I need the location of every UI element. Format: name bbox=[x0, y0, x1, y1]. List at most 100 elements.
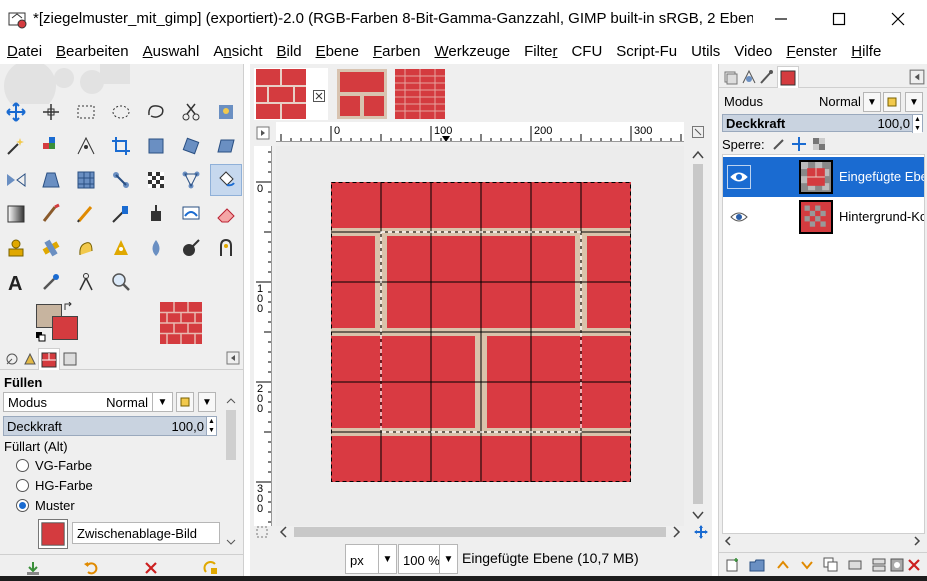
layer-opacity-slider[interactable]: Deckkraft 100,0 ▲ ▼ bbox=[722, 114, 923, 133]
pattern-select-button[interactable] bbox=[38, 519, 68, 549]
brick-pattern-image[interactable] bbox=[331, 182, 631, 482]
menu-video[interactable]: Video bbox=[734, 43, 772, 60]
fill-option-1[interactable]: HG-Farbe bbox=[16, 478, 93, 493]
ellipse-select-button[interactable] bbox=[105, 96, 137, 128]
layers-horizontal-scrollbar[interactable] bbox=[722, 534, 925, 548]
fill-option-2[interactable]: Muster bbox=[16, 498, 75, 513]
align-tool-button[interactable] bbox=[35, 96, 67, 128]
layers-tab-icon[interactable] bbox=[723, 69, 739, 85]
unified-transform-button[interactable] bbox=[140, 130, 172, 162]
visibility-toggle[interactable] bbox=[727, 205, 751, 229]
lock-pixels-icon[interactable] bbox=[771, 136, 787, 152]
radio-button[interactable] bbox=[16, 459, 29, 472]
maximize-button[interactable] bbox=[810, 0, 868, 38]
layer-mode-dropdown[interactable]: ▼ bbox=[863, 92, 881, 112]
menu-farben[interactable]: Farben bbox=[373, 43, 421, 60]
horizontal-scrollbar[interactable] bbox=[276, 524, 684, 540]
navigate-icon[interactable] bbox=[692, 126, 704, 138]
layer-mode-options[interactable]: ▼ bbox=[905, 92, 923, 112]
fill-mode-dropdown[interactable]: Modus Normal ▼ bbox=[3, 392, 173, 412]
warp-transform-button[interactable] bbox=[105, 164, 137, 196]
measure-tool-button[interactable] bbox=[70, 266, 102, 298]
close-tab-icon[interactable] bbox=[313, 90, 325, 102]
paths-tab-icon[interactable] bbox=[759, 69, 775, 85]
vertical-scrollbar[interactable] bbox=[688, 146, 708, 526]
device-status-tab[interactable] bbox=[22, 351, 38, 367]
rotate-tool-button[interactable] bbox=[175, 130, 207, 162]
perspective-tool-button[interactable] bbox=[35, 164, 67, 196]
channels-tab-icon[interactable] bbox=[741, 69, 757, 85]
duplicate-layer-icon[interactable] bbox=[823, 557, 839, 573]
menu-fenster[interactable]: Fenster bbox=[786, 43, 837, 60]
delete-options-button[interactable] bbox=[142, 560, 160, 576]
cage-transform-button[interactable] bbox=[70, 164, 102, 196]
mode-reset-button[interactable] bbox=[176, 392, 194, 412]
anchor-layer-icon[interactable] bbox=[847, 557, 863, 573]
zoom-dropdown[interactable]: 100 % ▼ bbox=[398, 544, 458, 574]
menu-cfu[interactable]: CFU bbox=[571, 43, 602, 60]
foreground-select-button[interactable] bbox=[210, 96, 242, 128]
pencil-button[interactable] bbox=[70, 198, 102, 230]
3d-transform-button[interactable] bbox=[140, 164, 172, 196]
menu-auswahl[interactable]: Auswahl bbox=[143, 43, 200, 60]
text-tool-button[interactable]: A bbox=[0, 266, 32, 298]
shear-tool-button[interactable] bbox=[210, 130, 242, 162]
smudge-tool-button[interactable] bbox=[70, 232, 102, 264]
new-layer-icon[interactable] bbox=[725, 557, 741, 573]
raise-layer-icon[interactable] bbox=[775, 557, 791, 573]
paths-tool-button[interactable] bbox=[70, 130, 102, 162]
navigate-cross-icon[interactable] bbox=[694, 525, 708, 539]
fill-opacity-slider[interactable]: Deckkraft 100,0 ▲ ▼ bbox=[3, 416, 217, 436]
crop-tool-button[interactable] bbox=[105, 130, 137, 162]
heal-tool-button[interactable] bbox=[35, 232, 67, 264]
image-tab[interactable] bbox=[336, 68, 388, 120]
layer-mode-value[interactable]: Normal bbox=[819, 94, 861, 109]
patterns-dock-tab[interactable] bbox=[777, 66, 799, 88]
scissors-select-button[interactable] bbox=[175, 96, 207, 128]
ink-tool-button[interactable] bbox=[140, 198, 172, 230]
menu-utils[interactable]: Utils bbox=[691, 43, 720, 60]
new-layer-group-icon[interactable] bbox=[749, 557, 765, 573]
menu-filter[interactable]: Filter bbox=[524, 43, 557, 60]
menu-werkzeuge[interactable]: Werkzeuge bbox=[435, 43, 511, 60]
patterns-tab[interactable] bbox=[38, 348, 60, 370]
lock-alpha-icon[interactable] bbox=[811, 136, 827, 152]
menu-hilfe[interactable]: Hilfe bbox=[851, 43, 881, 60]
layer-mode-reset[interactable] bbox=[883, 92, 901, 112]
delete-layer-icon[interactable] bbox=[907, 558, 921, 572]
handle-transform-button[interactable] bbox=[175, 164, 207, 196]
selection-corner-icon[interactable] bbox=[256, 526, 268, 538]
mypaint-brush-button[interactable] bbox=[175, 198, 207, 230]
lower-layer-icon[interactable] bbox=[799, 557, 815, 573]
tab-menu-icon[interactable] bbox=[909, 69, 925, 85]
undo-history-tab[interactable] bbox=[62, 351, 78, 367]
color-select-button[interactable] bbox=[35, 130, 67, 162]
menu-ansicht[interactable]: Ansicht bbox=[213, 43, 262, 60]
dodge-burn-button[interactable] bbox=[175, 232, 207, 264]
swap-colors-icon[interactable] bbox=[64, 302, 74, 312]
rect-select-button[interactable] bbox=[70, 96, 102, 128]
zoom-tool-button[interactable] bbox=[105, 266, 137, 298]
spin-button[interactable]: ▲ ▼ bbox=[912, 115, 922, 133]
tab-menu-button[interactable] bbox=[226, 351, 242, 367]
eraser-button[interactable] bbox=[210, 198, 242, 230]
layer-name[interactable]: Eingefügte Ebene bbox=[839, 169, 924, 184]
fill-option-0[interactable]: VG-Farbe bbox=[16, 458, 92, 473]
bucket-fill-button[interactable] bbox=[210, 164, 242, 196]
fuzzy-select-button[interactable] bbox=[0, 130, 32, 162]
layer-row[interactable]: Hintergrund-Kopie bbox=[723, 197, 924, 237]
free-select-button[interactable] bbox=[140, 96, 172, 128]
perspective-clone-button[interactable] bbox=[105, 232, 137, 264]
image-canvas[interactable] bbox=[276, 146, 684, 526]
image-tab-active[interactable] bbox=[254, 68, 328, 120]
menu-bild[interactable]: Bild bbox=[277, 43, 302, 60]
close-window-button[interactable] bbox=[869, 0, 927, 38]
lock-position-icon[interactable] bbox=[791, 136, 807, 152]
flip-tool-button[interactable] bbox=[0, 164, 32, 196]
mypaint-button[interactable] bbox=[210, 232, 242, 264]
minimize-button[interactable] bbox=[752, 0, 810, 38]
clone-tool-button[interactable] bbox=[0, 232, 32, 264]
paintbrush-button[interactable] bbox=[35, 198, 67, 230]
menu-bearbeiten[interactable]: Bearbeiten bbox=[56, 43, 129, 60]
visibility-toggle[interactable] bbox=[727, 165, 751, 189]
